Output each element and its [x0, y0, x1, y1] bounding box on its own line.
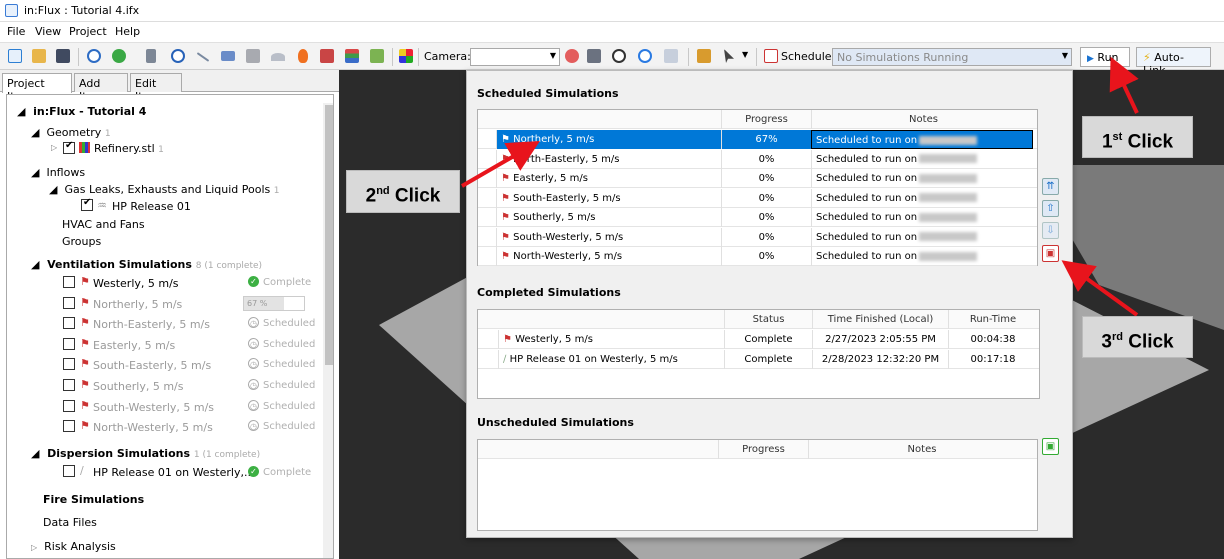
callout-third-click: 3rd Click	[1082, 316, 1193, 358]
callout-first-click: 1st Click	[1082, 116, 1193, 158]
arrow-second-click	[460, 140, 540, 188]
callout-second-click: 2nd Click	[346, 170, 460, 213]
arrow-first-click	[1109, 56, 1139, 114]
arrow-third-click	[1061, 260, 1139, 317]
annotation-arrows	[460, 56, 1139, 317]
